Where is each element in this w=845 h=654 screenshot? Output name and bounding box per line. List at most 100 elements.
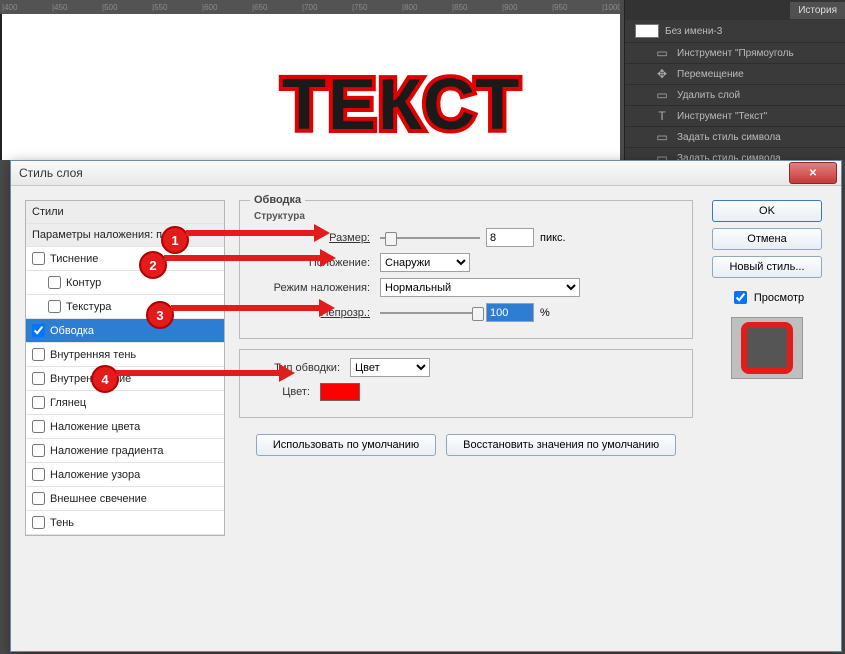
preview-checkbox[interactable]: Просмотр bbox=[730, 288, 804, 307]
canvas[interactable]: ТЕКСТ bbox=[2, 14, 620, 160]
cancel-button[interactable]: Отмена bbox=[712, 228, 822, 250]
blend-mode-select[interactable]: Нормальный bbox=[380, 278, 580, 297]
stroke-fill-group: Тип обводки: Цвет Цвет: bbox=[239, 349, 693, 418]
style-row[interactable]: Наложение градиента bbox=[26, 439, 224, 463]
doc-thumb bbox=[635, 24, 659, 38]
style-label: Обводка bbox=[50, 325, 94, 337]
group-legend: Обводка bbox=[250, 194, 305, 206]
dialog-titlebar[interactable]: Стиль слоя ✕ bbox=[11, 161, 841, 186]
new-style-button[interactable]: Новый стиль... bbox=[712, 256, 822, 278]
position-label: Положение: bbox=[250, 257, 374, 269]
style-row[interactable]: Обводка bbox=[26, 319, 224, 343]
style-row[interactable]: Внутрен ечение bbox=[26, 367, 224, 391]
style-row[interactable]: Тень bbox=[26, 511, 224, 535]
style-row[interactable]: Текстура bbox=[26, 295, 224, 319]
style-checkbox[interactable] bbox=[32, 348, 45, 361]
style-checkbox[interactable] bbox=[32, 420, 45, 433]
blend-options-row[interactable]: Параметры наложения: п bbox=[26, 224, 224, 247]
style-row[interactable]: Внутренняя тень bbox=[26, 343, 224, 367]
style-checkbox[interactable] bbox=[32, 396, 45, 409]
history-item[interactable]: T Инструмент "Текст" bbox=[625, 105, 845, 126]
preview-shape bbox=[741, 322, 793, 374]
styles-header[interactable]: Стили bbox=[26, 201, 224, 224]
style-checkbox[interactable] bbox=[32, 324, 45, 337]
style-checkbox[interactable] bbox=[32, 372, 45, 385]
style-label: Глянец bbox=[50, 397, 86, 409]
canvas-text[interactable]: ТЕКСТ bbox=[282, 64, 521, 146]
style-label: Наложение цвета bbox=[50, 421, 140, 433]
style-row[interactable]: Тиснение bbox=[26, 247, 224, 271]
preview-checkbox-input[interactable] bbox=[734, 291, 747, 304]
group-sublegend: Структура bbox=[254, 211, 682, 222]
style-label: Внешнее свечение bbox=[50, 493, 147, 505]
style-checkbox[interactable] bbox=[32, 516, 45, 529]
style-row[interactable]: Наложение узора bbox=[26, 463, 224, 487]
history-item[interactable]: ✥Перемещение bbox=[625, 63, 845, 84]
annotation-badge-1: 1 bbox=[161, 226, 189, 254]
opacity-thumb[interactable] bbox=[472, 307, 484, 321]
history-list: ▭ Инструмент "Прямоуголь ✥Перемещение ▭ Удал… bbox=[625, 42, 845, 168]
size-input[interactable] bbox=[486, 228, 534, 247]
dialog-title: Стиль слоя bbox=[19, 166, 83, 180]
color-label: Цвет: bbox=[250, 386, 314, 398]
styles-list: Стили Параметры наложения: п Тиснение Кон… bbox=[25, 200, 225, 536]
opacity-unit: % bbox=[540, 307, 550, 319]
style-label: Текстура bbox=[66, 301, 111, 313]
history-item[interactable]: ▭ Задать стиль символа bbox=[625, 126, 845, 147]
history-label: Задать стиль символа bbox=[677, 132, 781, 143]
position-select[interactable]: Снаружи bbox=[380, 253, 470, 272]
tab-spacer bbox=[625, 7, 790, 13]
style-checkbox[interactable] bbox=[32, 492, 45, 505]
style-label: Тень bbox=[50, 517, 74, 529]
style-row[interactable]: Глянец bbox=[26, 391, 224, 415]
style-checkbox[interactable] bbox=[32, 252, 45, 265]
style-checkbox[interactable] bbox=[48, 276, 61, 289]
restore-defaults-button[interactable]: Восстановить значения по умолчанию bbox=[446, 434, 676, 456]
history-label: Инструмент "Текст" bbox=[677, 111, 767, 122]
fill-type-select[interactable]: Цвет bbox=[350, 358, 430, 377]
color-swatch[interactable] bbox=[320, 383, 360, 401]
preview-thumbnail bbox=[731, 317, 803, 379]
annotation-badge-2: 2 bbox=[139, 251, 167, 279]
annotation-badge-3: 3 bbox=[146, 301, 174, 329]
size-slider[interactable] bbox=[380, 231, 480, 245]
opacity-slider[interactable] bbox=[380, 306, 480, 320]
style-label: Тиснение bbox=[50, 253, 98, 265]
style-label: Наложение градиента bbox=[50, 445, 164, 457]
tab-history[interactable]: История bbox=[790, 2, 845, 19]
style-row[interactable]: Внешнее свечение bbox=[26, 487, 224, 511]
style-row[interactable]: Контур bbox=[26, 271, 224, 295]
style-label: Внутренняя тень bbox=[50, 349, 136, 361]
size-thumb[interactable] bbox=[385, 232, 397, 246]
size-label: Размер: bbox=[250, 232, 374, 244]
layer-style-dialog: Стиль слоя ✕ Стили Параметры наложения: … bbox=[10, 160, 842, 652]
size-unit: пикс. bbox=[540, 232, 566, 244]
history-icon: ▭ bbox=[655, 88, 669, 102]
doc-name: Без имени-3 bbox=[665, 26, 722, 37]
style-row[interactable]: Наложение цвета bbox=[26, 415, 224, 439]
history-label: Инструмент "Прямоуголь bbox=[677, 48, 794, 59]
history-icon: ▭ bbox=[655, 130, 669, 144]
style-checkbox[interactable] bbox=[32, 468, 45, 481]
style-checkbox[interactable] bbox=[48, 300, 61, 313]
history-label: Перемещение bbox=[677, 69, 744, 80]
ok-button[interactable]: OK bbox=[712, 200, 822, 222]
style-checkbox[interactable] bbox=[32, 444, 45, 457]
ruler-horizontal: |400|450|500|550|600|650|700|750|800|850… bbox=[0, 0, 620, 14]
history-item[interactable]: ▭ Инструмент "Прямоуголь bbox=[625, 42, 845, 63]
history-item[interactable]: ▭ Удалить слой bbox=[625, 84, 845, 105]
history-icon: ▭ bbox=[655, 46, 669, 60]
style-label: Контур bbox=[66, 277, 101, 289]
fill-type-label: Тип обводки: bbox=[250, 362, 344, 374]
preview-label: Просмотр bbox=[754, 292, 804, 304]
annotation-badge-4: 4 bbox=[91, 365, 119, 393]
close-button[interactable]: ✕ bbox=[789, 162, 837, 184]
opacity-label: Непрозр.: bbox=[250, 307, 374, 319]
style-label: Наложение узора bbox=[50, 469, 140, 481]
stroke-structure-group: Обводка Структура Размер: пикс. Положени… bbox=[239, 200, 693, 339]
use-defaults-button[interactable]: Использовать по умолчанию bbox=[256, 434, 436, 456]
history-label: Удалить слой bbox=[677, 90, 740, 101]
history-icon: T bbox=[655, 109, 669, 123]
blend-mode-label: Режим наложения: bbox=[250, 282, 374, 294]
opacity-input[interactable] bbox=[486, 303, 534, 322]
